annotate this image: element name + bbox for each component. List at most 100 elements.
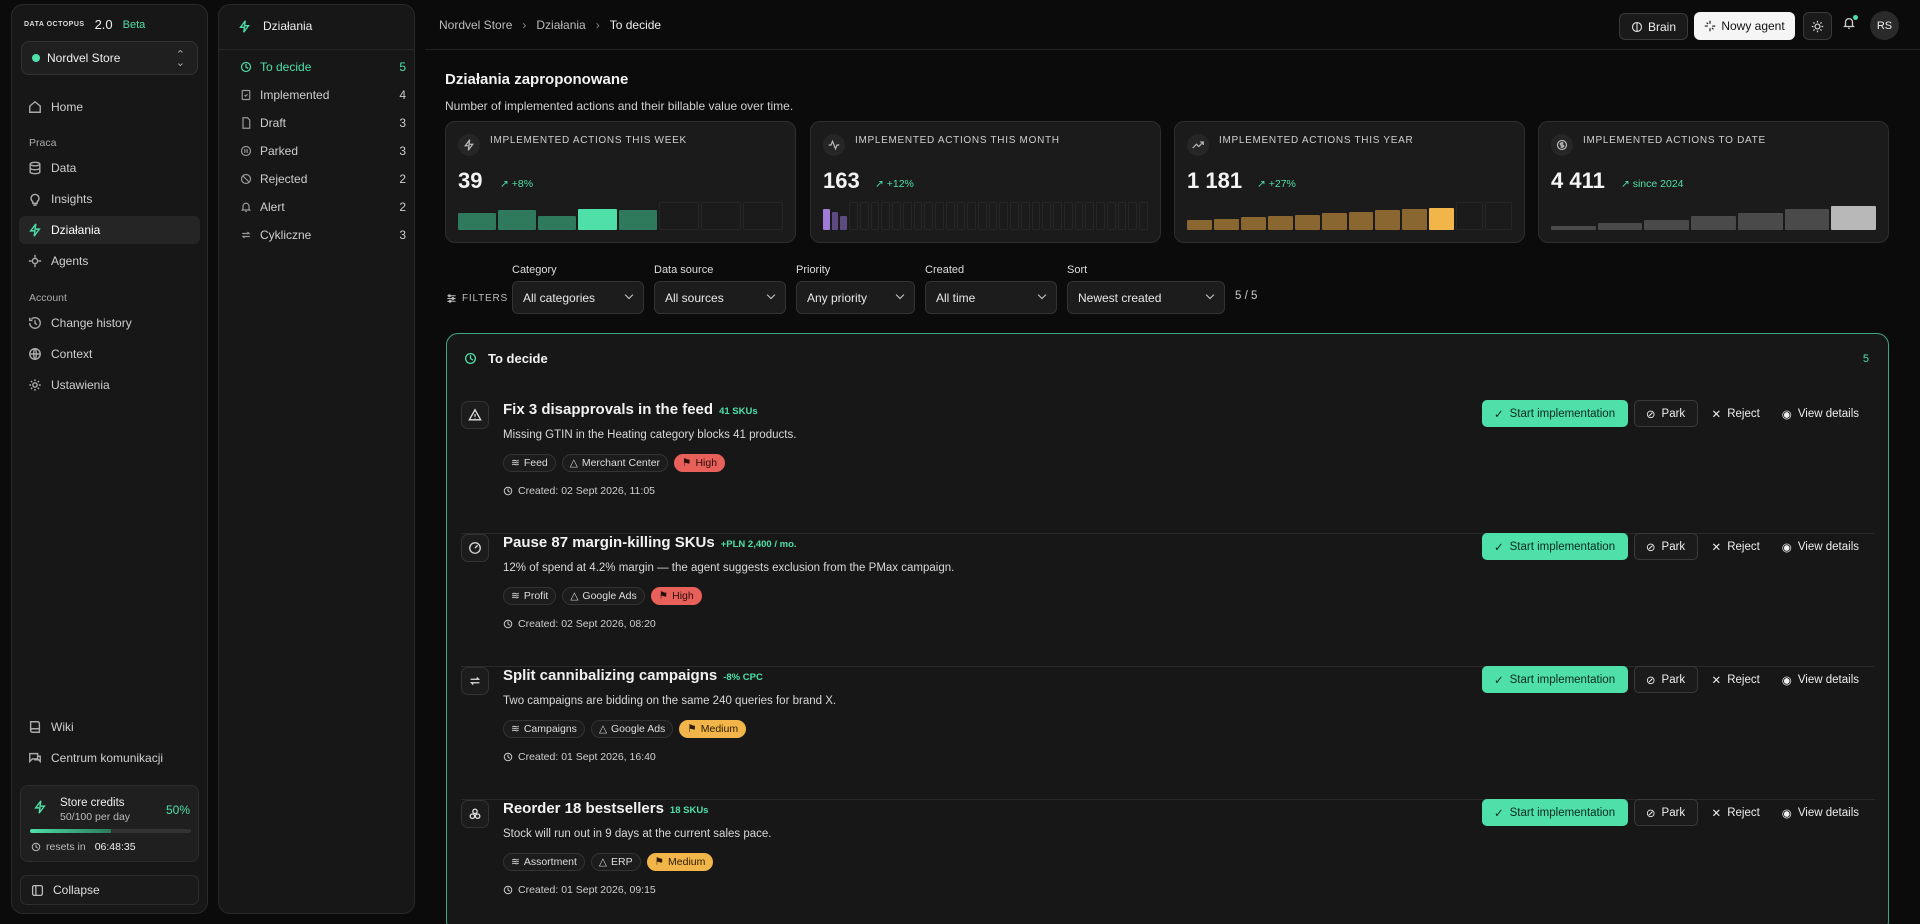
- gear-icon: [29, 379, 41, 391]
- start-implementation-button[interactable]: ✓ Start implementation: [1481, 799, 1628, 826]
- flag-icon: ⚑: [682, 457, 692, 469]
- button-label: View details: [1797, 540, 1859, 553]
- park-button[interactable]: ⊘ Park: [1633, 533, 1698, 560]
- card-impact-badge: -8% CPC: [723, 672, 763, 683]
- check-icon: ✓: [1493, 541, 1504, 554]
- subnav-item-rejected[interactable]: Rejected 2: [240, 169, 406, 189]
- stat-sparkbars: [1187, 202, 1513, 230]
- subnav-item-draft[interactable]: Draft 3: [240, 113, 406, 133]
- stat-value: 4 411: [1551, 168, 1605, 193]
- page-title: Działania zaproponowane: [445, 71, 629, 88]
- filter-created: Created All time: [925, 264, 1057, 314]
- boxes-icon: [469, 808, 481, 820]
- store-selector[interactable]: Nordvel Store ⌃ ⌄: [21, 41, 198, 75]
- channel-icon: △: [598, 723, 608, 735]
- logo: DATA OCTOPUS: [24, 21, 85, 28]
- card-title[interactable]: Split cannibalizing campaigns: [503, 667, 717, 684]
- stat-change-text: since 2024: [1632, 178, 1684, 190]
- card-title[interactable]: Reorder 18 bestsellers: [503, 800, 664, 817]
- spark-bar: [1644, 220, 1690, 230]
- brain-button[interactable]: Brain: [1619, 13, 1688, 40]
- channel-icon: △: [570, 590, 579, 602]
- stat-change: ↗ since 2024: [1621, 178, 1684, 190]
- sidebar-item-centrum[interactable]: Centrum komunikacji: [19, 744, 200, 772]
- reject-button[interactable]: ✕ Reject: [1704, 666, 1768, 693]
- created-select[interactable]: All time: [925, 281, 1057, 314]
- new-agent-button[interactable]: Nowy agent: [1694, 12, 1795, 40]
- breadcrumb-item-dzialania[interactable]: Działania: [536, 18, 585, 32]
- sort-select[interactable]: Newest created: [1067, 281, 1225, 314]
- subnav-divider: [219, 49, 414, 50]
- spark-bar: [1117, 202, 1127, 230]
- flag-icon: ⚑: [658, 590, 669, 602]
- sidebar-item-agents[interactable]: Agents: [19, 247, 200, 275]
- sidebar-item-ustawienia[interactable]: Ustawienia: [19, 371, 200, 399]
- stat-label: Implemented actions to date: [1583, 135, 1766, 146]
- card-actions: ✓ Start implementation ⊘ Park ✕ Reject ◉ Vie…: [1481, 666, 1867, 693]
- notifications-button[interactable]: [1842, 15, 1858, 35]
- sidebar-item-dzialania[interactable]: Działania: [19, 216, 200, 244]
- spark-bar: [935, 202, 944, 230]
- spark-bar: [1267, 216, 1293, 230]
- priority-label: High: [695, 457, 718, 469]
- card-impact-badge: 18 SKUs: [669, 805, 709, 816]
- start-implementation-button[interactable]: ✓ Start implementation: [1481, 533, 1628, 560]
- subnav-item-to-decide[interactable]: To decide 5: [240, 57, 406, 77]
- sidebar-item-insights[interactable]: Insights: [19, 185, 200, 213]
- stat-label: Implemented actions this year: [1219, 135, 1414, 146]
- data-source-select[interactable]: All sources: [654, 281, 786, 314]
- start-implementation-button[interactable]: ✓ Start implementation: [1481, 666, 1628, 693]
- card-title[interactable]: Fix 3 disapprovals in the feed: [503, 401, 713, 418]
- tag-channel: △ Google Ads: [590, 720, 674, 738]
- spark-bar: [1053, 202, 1062, 230]
- stat-card-week: Implemented actions this week 39 ↗ +8%: [445, 121, 796, 243]
- sidebar-item-change-history[interactable]: Change history: [19, 309, 200, 337]
- view-details-button[interactable]: ◉ View details: [1774, 666, 1867, 693]
- card-title[interactable]: Pause 87 margin-killing SKUs: [503, 534, 715, 551]
- filter-label: Data source: [654, 264, 714, 276]
- start-implementation-button[interactable]: ✓ Start implementation: [1481, 400, 1628, 427]
- category-select[interactable]: All categories: [512, 281, 644, 314]
- close-icon: ✕: [1711, 674, 1722, 687]
- eye-icon: ◉: [1781, 408, 1792, 421]
- theme-toggle-button[interactable]: [1803, 12, 1832, 40]
- sidebar-item-wiki[interactable]: Wiki: [19, 713, 200, 741]
- tag-label: Profit: [523, 590, 549, 602]
- subnav-item-count: 2: [399, 172, 406, 186]
- reject-button[interactable]: ✕ Reject: [1704, 799, 1768, 826]
- reset-label: resets in: [46, 841, 86, 853]
- sidebar-item-context[interactable]: Context: [19, 340, 200, 368]
- sidebar-item-label: Agents: [51, 254, 89, 268]
- subnav-item-implemented[interactable]: Implemented 4: [240, 85, 406, 105]
- spark-bar: [1240, 217, 1266, 230]
- stat-card-to-date: Implemented actions to date 4 411 ↗ sinc…: [1538, 121, 1889, 243]
- activity-icon: [823, 134, 845, 156]
- reject-button[interactable]: ✕ Reject: [1704, 400, 1768, 427]
- spark-bar: [892, 202, 901, 230]
- park-button[interactable]: ⊘ Park: [1633, 799, 1698, 826]
- view-details-button[interactable]: ◉ View details: [1774, 400, 1867, 427]
- subnav-item-alert[interactable]: Alert 2: [240, 197, 406, 217]
- reject-button[interactable]: ✕ Reject: [1704, 533, 1768, 560]
- action-card: Fix 3 disapprovals in the feed 41 SKUs M…: [461, 400, 1875, 534]
- priority-select[interactable]: Any priority: [796, 281, 915, 314]
- spark-bar: [840, 216, 848, 230]
- sidebar-item-home[interactable]: Home: [19, 93, 200, 121]
- park-button[interactable]: ⊘ Park: [1633, 666, 1698, 693]
- globe-icon: [29, 348, 41, 360]
- card-created: Created: 01 Sept 2026, 16:40: [503, 751, 656, 763]
- button-label: View details: [1797, 673, 1859, 686]
- view-details-button[interactable]: ◉ View details: [1774, 799, 1867, 826]
- park-button[interactable]: ⊘ Park: [1633, 400, 1698, 427]
- card-description: Two campaigns are bidding on the same 24…: [503, 695, 837, 707]
- spark-bar: [999, 202, 1009, 230]
- avatar[interactable]: RS: [1870, 11, 1899, 40]
- view-details-button[interactable]: ◉ View details: [1774, 533, 1867, 560]
- sidebar-item-data[interactable]: Data: [19, 154, 200, 182]
- subnav-item-cykliczne[interactable]: Cykliczne 3: [240, 225, 406, 245]
- tag-source: ≋ Campaigns: [503, 720, 585, 738]
- collapse-button[interactable]: Collapse: [20, 875, 199, 905]
- breadcrumb-item-store[interactable]: Nordvel Store: [439, 18, 512, 32]
- subnav-item-parked[interactable]: Parked 3: [240, 141, 406, 161]
- subnav-item-label: Cykliczne: [260, 228, 312, 242]
